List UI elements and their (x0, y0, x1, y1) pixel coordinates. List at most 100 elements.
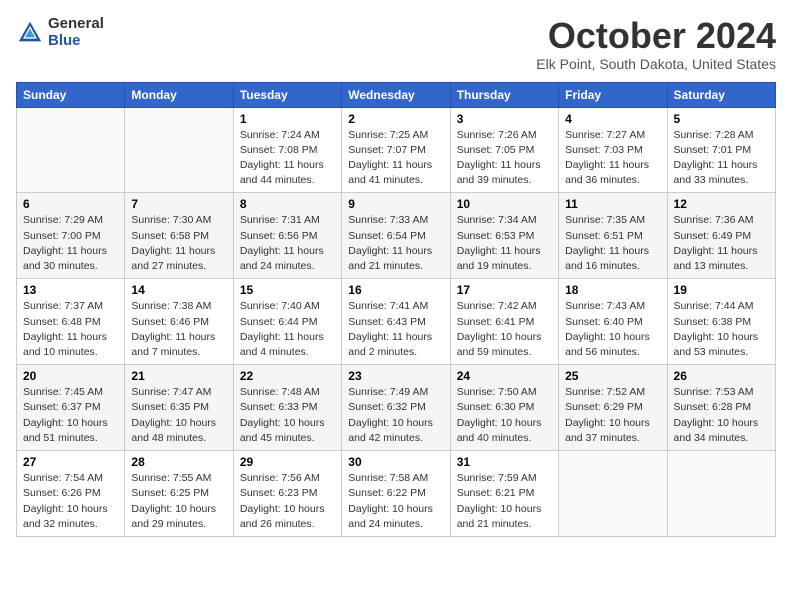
day-detail: Sunrise: 7:49 AM Sunset: 6:32 PM Dayligh… (348, 385, 443, 446)
calendar-cell: 17Sunrise: 7:42 AM Sunset: 6:41 PM Dayli… (450, 279, 558, 365)
calendar-cell: 21 Sunrise: 7:47 AM Sunset: 6:35 PM Dayli… (125, 365, 233, 451)
calendar-cell: 14 Sunrise: 7:38 AM Sunset: 6:46 PM Dayli… (125, 279, 233, 365)
weekday-header: Wednesday (342, 82, 450, 107)
day-number: 12 (674, 197, 769, 211)
day-detail: Sunrise: 7:50 AM Sunset: 6:30 PM Dayligh… (457, 385, 552, 446)
weekday-header: Friday (559, 82, 667, 107)
day-number: 1 (240, 112, 335, 126)
day-detail: Sunrise: 7:48 AM Sunset: 6:33 PM Dayligh… (240, 385, 335, 446)
day-detail: Sunrise: 7:47 AM Sunset: 6:35 PM Dayligh… (131, 385, 226, 446)
calendar-cell: 3 Sunrise: 7:26 AM Sunset: 7:05 PM Daylig… (450, 107, 558, 193)
calendar-table: SundayMondayTuesdayWednesdayThursdayFrid… (16, 82, 776, 537)
calendar-cell: 24 Sunrise: 7:50 AM Sunset: 6:30 PM Dayli… (450, 365, 558, 451)
calendar-cell: 28Sunrise: 7:55 AM Sunset: 6:25 PM Dayli… (125, 451, 233, 537)
day-number: 22 (240, 369, 335, 383)
day-number: 16 (348, 283, 443, 297)
day-detail: Sunrise: 7:53 AM Sunset: 6:28 PM Dayligh… (674, 385, 769, 446)
day-number: 3 (457, 112, 552, 126)
calendar-cell: 4 Sunrise: 7:27 AM Sunset: 7:03 PM Daylig… (559, 107, 667, 193)
calendar-cell (667, 451, 775, 537)
day-number: 7 (131, 197, 226, 211)
day-number: 23 (348, 369, 443, 383)
calendar-week-row: 13 Sunrise: 7:37 AM Sunset: 6:48 PM Dayli… (17, 279, 776, 365)
weekday-header: Thursday (450, 82, 558, 107)
logo: General Blue (16, 16, 104, 49)
day-number: 10 (457, 197, 552, 211)
day-detail: Sunrise: 7:56 AM Sunset: 6:23 PM Dayligh… (240, 471, 335, 532)
day-number: 26 (674, 369, 769, 383)
calendar-cell: 8Sunrise: 7:31 AM Sunset: 6:56 PM Daylig… (233, 193, 341, 279)
calendar-cell: 25Sunrise: 7:52 AM Sunset: 6:29 PM Dayli… (559, 365, 667, 451)
day-number: 18 (565, 283, 660, 297)
day-detail: Sunrise: 7:33 AM Sunset: 6:54 PM Dayligh… (348, 213, 443, 274)
day-number: 29 (240, 455, 335, 469)
weekday-header: Tuesday (233, 82, 341, 107)
day-number: 21 (131, 369, 226, 383)
day-number: 24 (457, 369, 552, 383)
title-block: October 2024 Elk Point, South Dakota, Un… (536, 16, 776, 72)
weekday-header: Monday (125, 82, 233, 107)
day-detail: Sunrise: 7:36 AM Sunset: 6:49 PM Dayligh… (674, 213, 769, 274)
calendar-cell: 10Sunrise: 7:34 AM Sunset: 6:53 PM Dayli… (450, 193, 558, 279)
page-header: General Blue October 2024 Elk Point, Sou… (16, 16, 776, 72)
calendar-week-row: 6 Sunrise: 7:29 AM Sunset: 7:00 PM Daylig… (17, 193, 776, 279)
calendar-cell: 15 Sunrise: 7:40 AM Sunset: 6:44 PM Dayli… (233, 279, 341, 365)
day-number: 4 (565, 112, 660, 126)
logo-icon (16, 19, 44, 47)
calendar-cell: 13 Sunrise: 7:37 AM Sunset: 6:48 PM Dayli… (17, 279, 125, 365)
calendar-cell (125, 107, 233, 193)
calendar-body: 1Sunrise: 7:24 AM Sunset: 7:08 PM Daylig… (17, 107, 776, 536)
calendar-cell: 22 Sunrise: 7:48 AM Sunset: 6:33 PM Dayli… (233, 365, 341, 451)
day-detail: Sunrise: 7:29 AM Sunset: 7:00 PM Dayligh… (23, 213, 118, 274)
calendar-cell: 31Sunrise: 7:59 AM Sunset: 6:21 PM Dayli… (450, 451, 558, 537)
day-detail: Sunrise: 7:26 AM Sunset: 7:05 PM Dayligh… (457, 128, 552, 189)
day-number: 25 (565, 369, 660, 383)
day-number: 9 (348, 197, 443, 211)
calendar-cell: 11 Sunrise: 7:35 AM Sunset: 6:51 PM Dayli… (559, 193, 667, 279)
day-detail: Sunrise: 7:42 AM Sunset: 6:41 PM Dayligh… (457, 299, 552, 360)
calendar-cell: 19Sunrise: 7:44 AM Sunset: 6:38 PM Dayli… (667, 279, 775, 365)
calendar-cell: 9 Sunrise: 7:33 AM Sunset: 6:54 PM Daylig… (342, 193, 450, 279)
calendar-cell: 16 Sunrise: 7:41 AM Sunset: 6:43 PM Dayli… (342, 279, 450, 365)
calendar-cell: 1Sunrise: 7:24 AM Sunset: 7:08 PM Daylig… (233, 107, 341, 193)
month-title: October 2024 (536, 16, 776, 56)
day-number: 27 (23, 455, 118, 469)
calendar-week-row: 20 Sunrise: 7:45 AM Sunset: 6:37 PM Dayli… (17, 365, 776, 451)
day-number: 31 (457, 455, 552, 469)
day-number: 13 (23, 283, 118, 297)
calendar-cell: 23 Sunrise: 7:49 AM Sunset: 6:32 PM Dayli… (342, 365, 450, 451)
day-number: 14 (131, 283, 226, 297)
weekday-header: Sunday (17, 82, 125, 107)
day-detail: Sunrise: 7:27 AM Sunset: 7:03 PM Dayligh… (565, 128, 660, 189)
day-detail: Sunrise: 7:37 AM Sunset: 6:48 PM Dayligh… (23, 299, 118, 360)
day-detail: Sunrise: 7:25 AM Sunset: 7:07 PM Dayligh… (348, 128, 443, 189)
calendar-cell: 12 Sunrise: 7:36 AM Sunset: 6:49 PM Dayli… (667, 193, 775, 279)
calendar-cell: 26 Sunrise: 7:53 AM Sunset: 6:28 PM Dayli… (667, 365, 775, 451)
location-text: Elk Point, South Dakota, United States (536, 56, 776, 72)
day-number: 8 (240, 197, 335, 211)
calendar-cell: 5 Sunrise: 7:28 AM Sunset: 7:01 PM Daylig… (667, 107, 775, 193)
logo-general-text: General (48, 16, 104, 33)
calendar-cell: 27 Sunrise: 7:54 AM Sunset: 6:26 PM Dayli… (17, 451, 125, 537)
day-number: 5 (674, 112, 769, 126)
day-detail: Sunrise: 7:45 AM Sunset: 6:37 PM Dayligh… (23, 385, 118, 446)
day-number: 30 (348, 455, 443, 469)
day-detail: Sunrise: 7:35 AM Sunset: 6:51 PM Dayligh… (565, 213, 660, 274)
calendar-cell: 7 Sunrise: 7:30 AM Sunset: 6:58 PM Daylig… (125, 193, 233, 279)
day-detail: Sunrise: 7:30 AM Sunset: 6:58 PM Dayligh… (131, 213, 226, 274)
day-detail: Sunrise: 7:43 AM Sunset: 6:40 PM Dayligh… (565, 299, 660, 360)
day-number: 15 (240, 283, 335, 297)
day-detail: Sunrise: 7:41 AM Sunset: 6:43 PM Dayligh… (348, 299, 443, 360)
day-number: 20 (23, 369, 118, 383)
calendar-cell: 2Sunrise: 7:25 AM Sunset: 7:07 PM Daylig… (342, 107, 450, 193)
day-detail: Sunrise: 7:55 AM Sunset: 6:25 PM Dayligh… (131, 471, 226, 532)
calendar-cell (559, 451, 667, 537)
day-detail: Sunrise: 7:38 AM Sunset: 6:46 PM Dayligh… (131, 299, 226, 360)
day-detail: Sunrise: 7:40 AM Sunset: 6:44 PM Dayligh… (240, 299, 335, 360)
day-detail: Sunrise: 7:54 AM Sunset: 6:26 PM Dayligh… (23, 471, 118, 532)
logo-blue-text: Blue (48, 33, 104, 50)
day-number: 6 (23, 197, 118, 211)
day-number: 11 (565, 197, 660, 211)
calendar-cell (17, 107, 125, 193)
day-detail: Sunrise: 7:28 AM Sunset: 7:01 PM Dayligh… (674, 128, 769, 189)
